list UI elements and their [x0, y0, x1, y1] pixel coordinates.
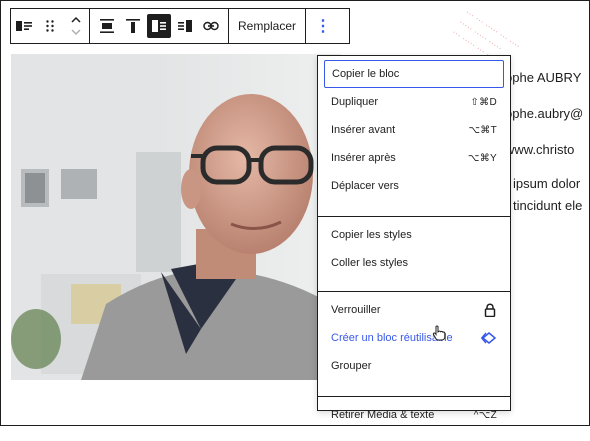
menu-item-label: Verrouiller — [331, 304, 381, 316]
copy-styles-item[interactable]: Copier les styles — [324, 221, 504, 249]
insert-after-item[interactable]: Insérer après ⌥⌘Y — [324, 144, 504, 172]
create-reusable-block-item[interactable]: Créer un bloc réutilisable — [324, 324, 504, 352]
copy-block-item[interactable]: Copier le bloc — [324, 60, 504, 88]
menu-item-label: Grouper — [331, 360, 372, 372]
move-to-item[interactable]: Déplacer vers — [324, 172, 504, 200]
menu-group-remove: Retirer Média & texte ^⌥Z — [318, 397, 510, 441]
block-options-menu: Copier le bloc Dupliquer ⇧⌘D Insérer ava… — [317, 55, 511, 421]
group-item[interactable]: Grouper — [324, 352, 504, 380]
toolbar-group-alignment — [90, 9, 229, 43]
menu-item-label: Coller les styles — [331, 257, 409, 269]
shortcut-text: ⌥⌘T — [468, 124, 497, 136]
menu-item-label: Copier les styles — [331, 229, 412, 241]
more-options-button[interactable]: ⋮ — [306, 9, 340, 43]
lock-item[interactable]: Verrouiller — [324, 296, 504, 324]
shortcut-text: ^⌥Z — [473, 409, 497, 421]
content-line[interactable]: ipsum dolor — [513, 176, 580, 191]
media-text-block-icon[interactable] — [11, 9, 37, 43]
shortcut-text: ⇧⌘D — [470, 96, 497, 108]
align-top-icon[interactable] — [120, 9, 146, 43]
menu-item-label: Dupliquer — [331, 96, 379, 108]
duplicate-item[interactable]: Dupliquer ⇧⌘D — [324, 88, 504, 116]
block-toolbar: Remplacer ⋮ — [10, 8, 350, 44]
toolbar-group-options: ⋮ — [306, 9, 340, 43]
align-center-icon[interactable] — [94, 9, 120, 43]
link-icon[interactable] — [198, 9, 224, 43]
toolbar-group-block — [11, 9, 90, 43]
content-line[interactable]: tincidunt ele — [513, 198, 582, 213]
hand-cursor-icon — [432, 325, 446, 341]
insert-before-item[interactable]: Insérer avant ⌥⌘T — [324, 116, 504, 144]
menu-item-label: Retirer Média & texte — [331, 409, 435, 421]
reusable-block-icon — [481, 332, 497, 344]
paste-styles-item[interactable]: Coller les styles — [324, 249, 504, 277]
menu-item-label: Copier le bloc — [332, 68, 400, 80]
menu-item-label: Insérer après — [331, 152, 396, 164]
content-line[interactable]: www.christo — [505, 142, 574, 157]
drag-handle-icon[interactable] — [37, 9, 63, 43]
move-up-down-icon[interactable] — [63, 9, 89, 43]
lock-icon — [484, 303, 496, 317]
media-left-icon[interactable] — [147, 14, 171, 38]
menu-group-styles: Copier les styles Coller les styles — [318, 217, 510, 292]
toolbar-group-replace: Remplacer — [229, 9, 307, 43]
shortcut-text: ⌥⌘Y — [467, 152, 497, 164]
media-image[interactable] — [11, 54, 341, 380]
menu-group-actions: Verrouiller Créer un bloc réutilisable G… — [318, 292, 510, 397]
replace-button[interactable]: Remplacer — [229, 9, 305, 43]
menu-item-label: Déplacer vers — [331, 180, 399, 192]
menu-group-block: Copier le bloc Dupliquer ⇧⌘D Insérer ava… — [318, 56, 510, 217]
media-right-icon[interactable] — [172, 9, 198, 43]
menu-item-label: Insérer avant — [331, 124, 396, 136]
remove-block-item[interactable]: Retirer Média & texte ^⌥Z — [324, 401, 504, 429]
